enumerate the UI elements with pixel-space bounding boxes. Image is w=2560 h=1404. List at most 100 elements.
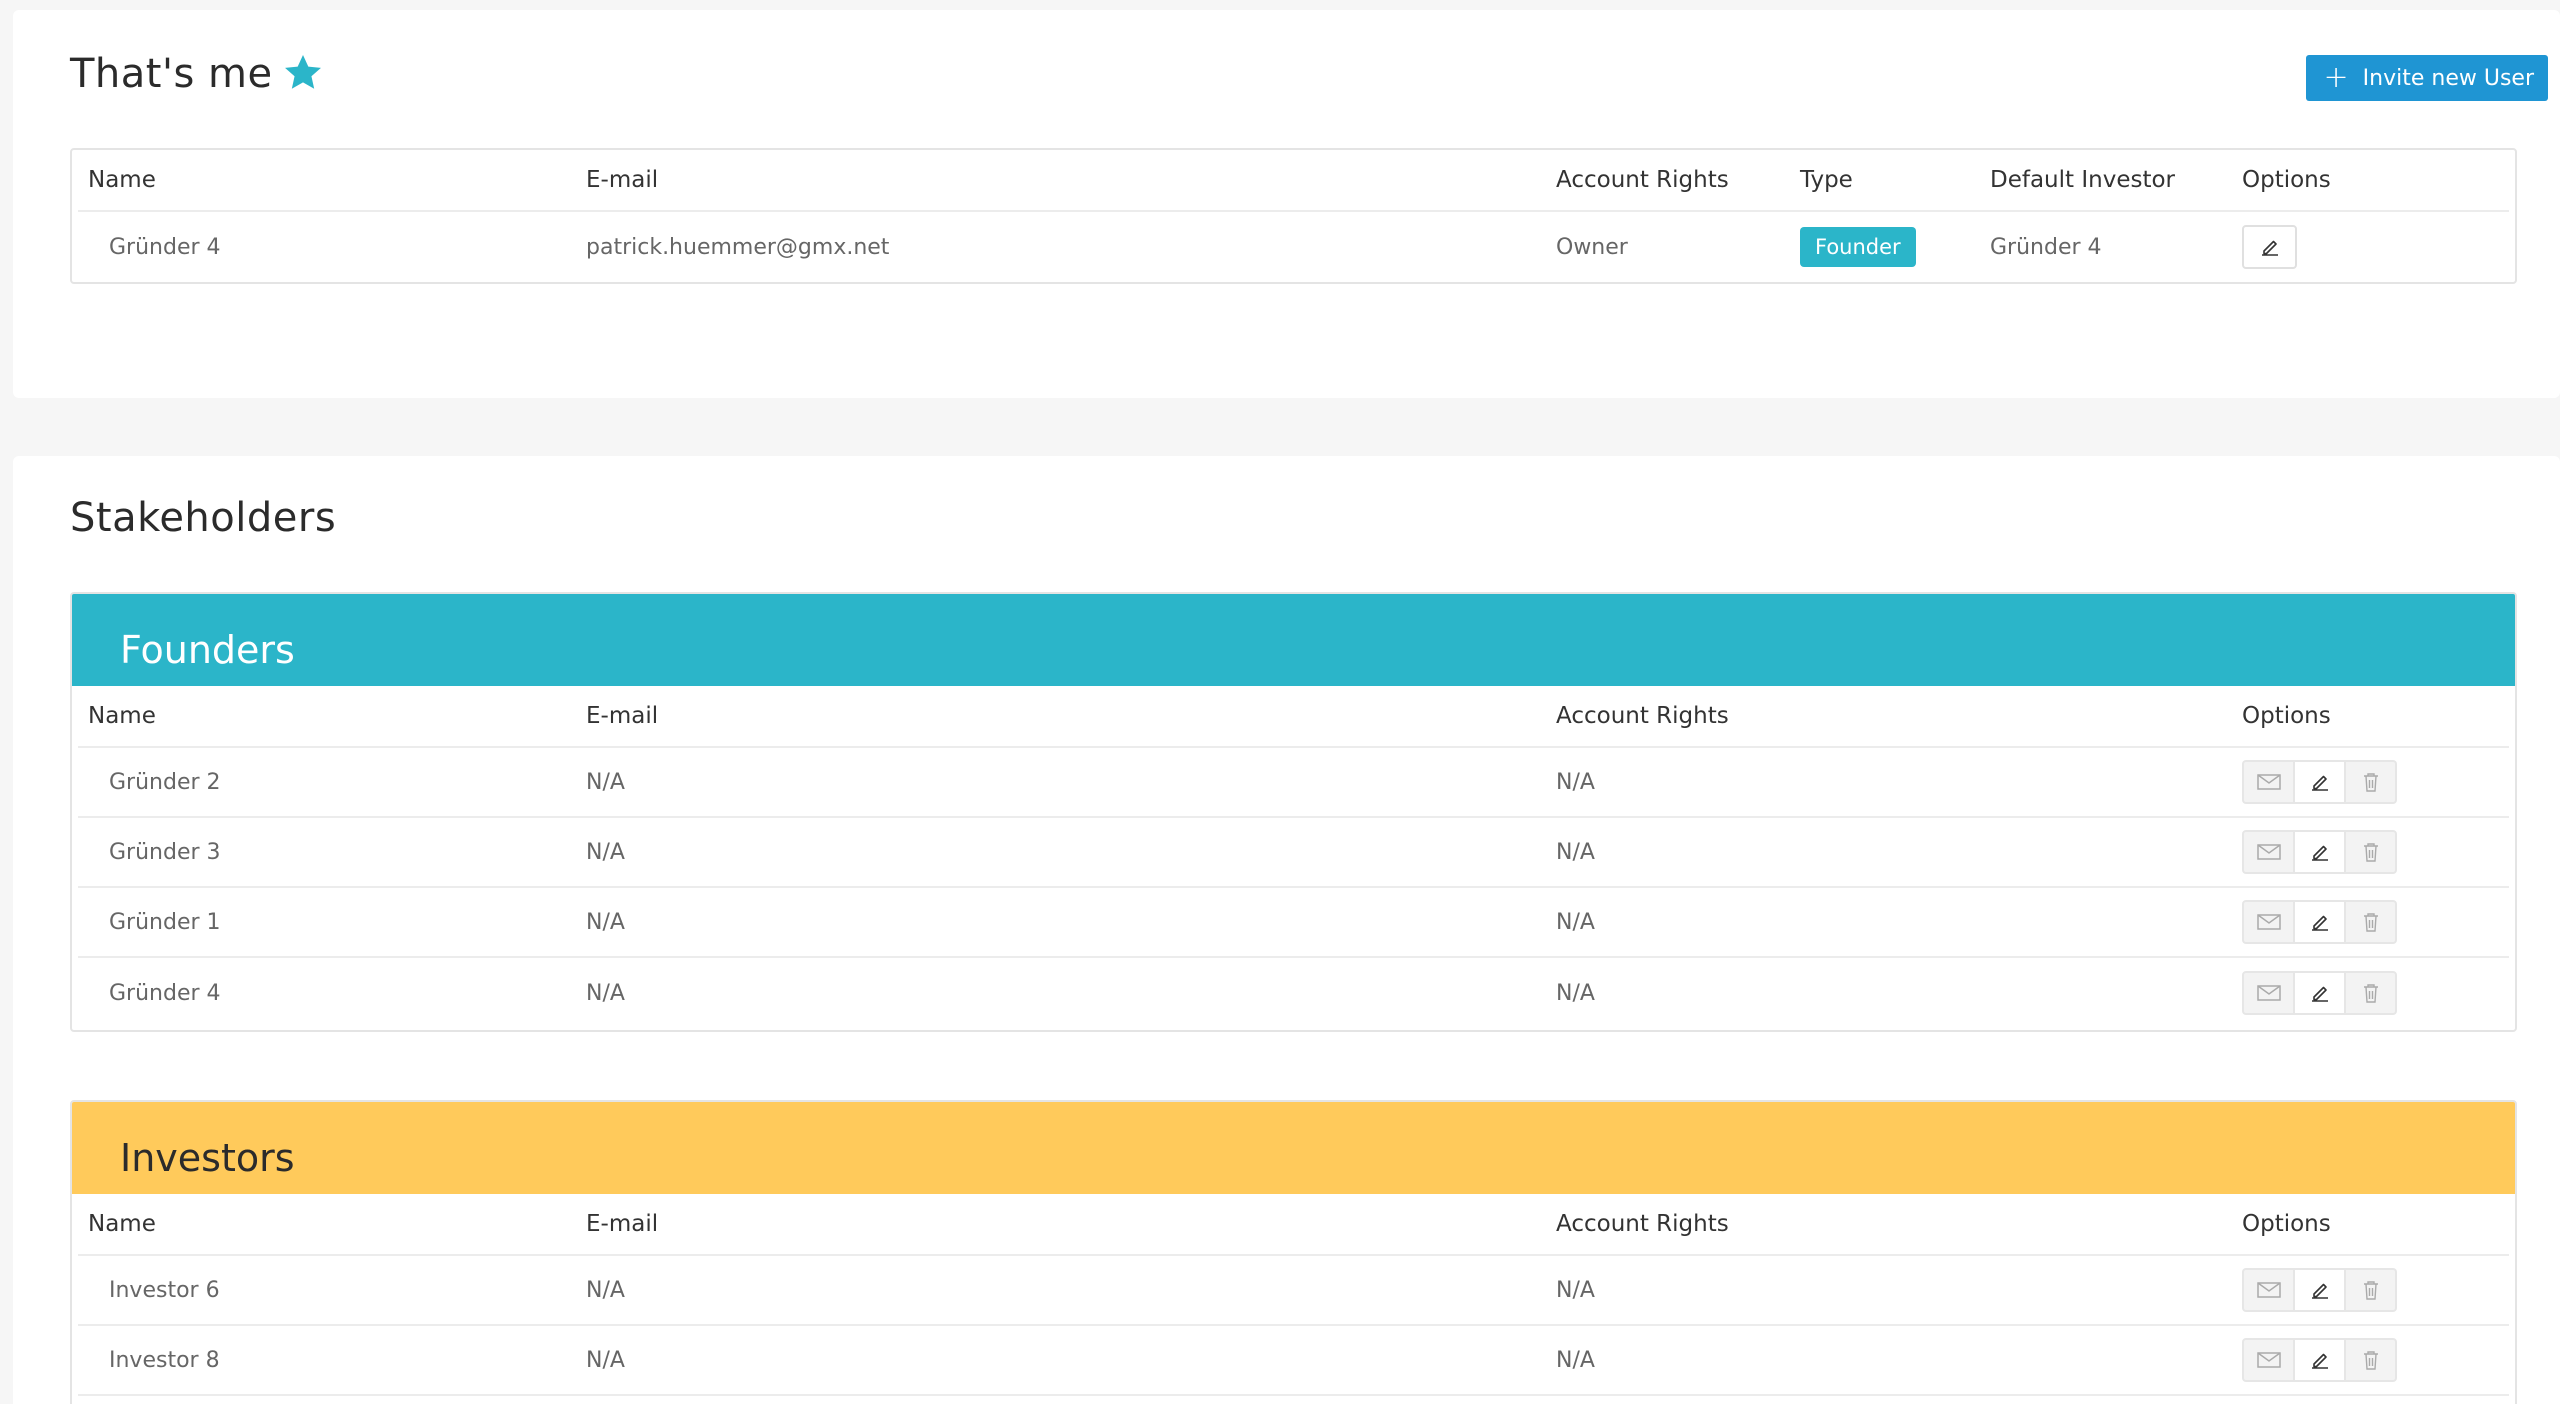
column-header-account-rights: Account Rights [1556,1211,1729,1237]
that-is-me-title: That's me [70,51,273,97]
mail-icon [2256,842,2282,862]
founders-table-header: Name E-mail Account Rights Options [78,686,2509,748]
delete-button[interactable] [2344,900,2397,944]
column-header-email: E-mail [586,703,659,729]
row-name: Gründer 3 [109,839,221,865]
row-email: N/A [586,909,625,935]
trash-icon [2360,910,2382,934]
row-email: N/A [586,1277,625,1303]
table-row: Gründer 2 N/A N/A [78,748,2509,818]
pencil-icon [2308,1278,2332,1302]
column-header-email: E-mail [586,1211,659,1237]
row-options [2242,212,2297,282]
delete-button[interactable] [2344,1268,2397,1312]
edit-button[interactable] [2242,225,2297,269]
row-options [2242,958,2397,1028]
type-badge: Founder [1800,227,1916,267]
pencil-icon [2308,840,2332,864]
column-header-options: Options [2242,1211,2331,1237]
row-email: N/A [586,769,625,795]
row-name: Gründer 4 [109,234,221,260]
investors-table-header: Name E-mail Account Rights Options [78,1194,2509,1256]
table-row: Gründer 1 N/A N/A [78,888,2509,958]
row-account-rights: N/A [1556,1277,1595,1303]
column-header-options: Options [2242,167,2331,193]
pencil-icon [2308,910,2332,934]
delete-button[interactable] [2344,971,2397,1015]
table-row: Investor 8 N/A N/A [78,1326,2509,1396]
column-header-account-rights: Account Rights [1556,167,1729,193]
row-action-buttons [2242,830,2397,874]
delete-button[interactable] [2344,1338,2397,1382]
edit-button[interactable] [2293,1268,2346,1312]
row-account-rights: N/A [1556,769,1595,795]
edit-button[interactable] [2293,1338,2346,1382]
row-account-rights: N/A [1556,980,1595,1006]
invite-new-user-label: Invite new User [2362,65,2534,91]
row-options [2242,748,2397,816]
row-options [2242,888,2397,956]
row-email: N/A [586,839,625,865]
edit-button[interactable] [2293,760,2346,804]
stakeholders-title: Stakeholders [70,495,337,541]
trash-icon [2360,981,2382,1005]
delete-button[interactable] [2344,760,2397,804]
column-header-email: E-mail [586,167,659,193]
row-action-buttons [2242,760,2397,804]
investors-header: Investors [72,1102,2515,1194]
send-invite-button[interactable] [2242,1338,2295,1382]
pencil-icon [2308,1348,2332,1372]
column-header-name: Name [88,1211,156,1237]
column-header-type: Type [1800,167,1853,193]
that-is-me-card: That's me + Invite new User Name E-mail … [13,10,2560,398]
row-name: Investor 8 [109,1347,220,1373]
row-options [2242,1326,2397,1394]
pencil-icon [2308,981,2332,1005]
invite-new-user-button[interactable]: + Invite new User [2305,55,2548,101]
send-invite-button[interactable] [2242,971,2295,1015]
me-table: Name E-mail Account Rights Type Default … [70,148,2517,284]
row-email: patrick.huemmer@gmx.net [586,234,890,260]
row-options [2242,1256,2397,1324]
send-invite-button[interactable] [2242,760,2295,804]
stakeholders-card: Stakeholders Founders Name E-mail Accoun… [13,456,2560,1404]
row-default-investor: Gründer 4 [1990,234,2102,260]
column-header-options: Options [2242,703,2331,729]
column-header-name: Name [88,703,156,729]
mail-icon [2256,1280,2282,1300]
row-account-rights: N/A [1556,839,1595,865]
row-name: Gründer 2 [109,769,221,795]
send-invite-button[interactable] [2242,830,2295,874]
row-account-rights: Owner [1556,234,1628,260]
investors-table: Investors Name E-mail Account Rights Opt… [70,1100,2517,1404]
trash-icon [2360,840,2382,864]
row-email: N/A [586,1347,625,1373]
plus-icon: + [2323,60,2349,95]
row-name: Gründer 1 [109,909,221,935]
mail-icon [2256,983,2282,1003]
edit-button[interactable] [2293,830,2346,874]
delete-button[interactable] [2344,830,2397,874]
pencil-icon [2258,235,2282,259]
that-is-me-heading: That's me [70,51,325,97]
row-action-buttons [2242,1338,2397,1382]
row-email: N/A [586,980,625,1006]
table-row: Gründer 3 N/A N/A [78,818,2509,888]
row-action-buttons [2242,1268,2397,1312]
column-header-default-investor: Default Investor [1990,167,2175,193]
row-action-buttons [2242,971,2397,1015]
row-action-buttons [2242,900,2397,944]
edit-button[interactable] [2293,971,2346,1015]
row-name: Gründer 4 [109,980,221,1006]
row-account-rights: N/A [1556,909,1595,935]
mail-icon [2256,772,2282,792]
row-options [2242,818,2397,886]
edit-button[interactable] [2293,900,2346,944]
mail-icon [2256,912,2282,932]
pencil-icon [2308,770,2332,794]
send-invite-button[interactable] [2242,900,2295,944]
me-table-header: Name E-mail Account Rights Type Default … [78,150,2509,212]
row-name: Investor 6 [109,1277,220,1303]
send-invite-button[interactable] [2242,1268,2295,1312]
column-header-account-rights: Account Rights [1556,703,1729,729]
